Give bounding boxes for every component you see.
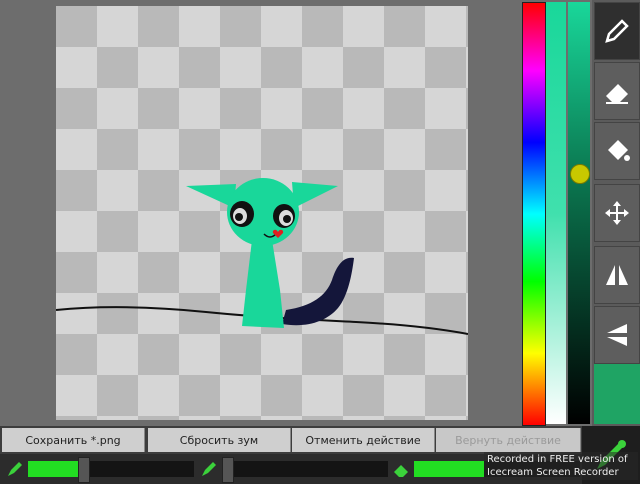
flip-vertical-button[interactable] — [594, 306, 640, 364]
eraser-tool-button[interactable] — [594, 62, 640, 120]
redo-button[interactable]: Вернуть действие — [436, 428, 581, 452]
canvas-area — [0, 0, 520, 426]
action-bar: Сохранить *.png Сбросить зум Отменить де… — [0, 426, 640, 454]
opacity-slider[interactable] — [222, 457, 388, 483]
eraser-icon — [606, 84, 628, 104]
hue-slider[interactable] — [522, 2, 546, 426]
save-png-button[interactable]: Сохранить *.png — [2, 428, 145, 452]
fill-bucket-icon — [608, 140, 630, 161]
move-tool-button[interactable] — [594, 184, 640, 242]
brush-size-icon — [8, 462, 22, 476]
opacity-thumb[interactable] — [222, 457, 234, 483]
current-color-swatch[interactable] — [594, 364, 640, 424]
opacity-brush-icon — [202, 462, 216, 476]
undo-button[interactable]: Отменить действие — [292, 428, 435, 452]
brush-size-thumb[interactable] — [78, 457, 90, 483]
watermark-line-1: Recorded in FREE version of — [487, 454, 628, 465]
flip-horizontal-button[interactable] — [594, 246, 640, 304]
fill-tool-button[interactable] — [594, 122, 640, 180]
brightness-slider[interactable] — [568, 2, 590, 424]
flip-vertical-icon — [607, 324, 627, 346]
recorder-watermark: Recorded in FREE version of Icecream Scr… — [484, 452, 638, 480]
move-icon — [605, 201, 629, 225]
drawing — [56, 178, 468, 335]
tool-panel — [592, 0, 640, 426]
watermark-line-2: Icecream Screen Recorder — [487, 467, 619, 478]
reset-zoom-button[interactable]: Сбросить зум — [148, 428, 291, 452]
eraser-size-icon — [394, 465, 408, 477]
pencil-tool-button[interactable] — [594, 2, 640, 60]
brush-size-slider[interactable] — [28, 457, 194, 483]
pencil-icon — [605, 19, 629, 43]
flip-horizontal-icon — [606, 265, 628, 285]
drawing-canvas[interactable] — [56, 6, 468, 420]
color-picker-knob[interactable] — [570, 164, 590, 184]
saturation-slider[interactable] — [546, 2, 566, 424]
